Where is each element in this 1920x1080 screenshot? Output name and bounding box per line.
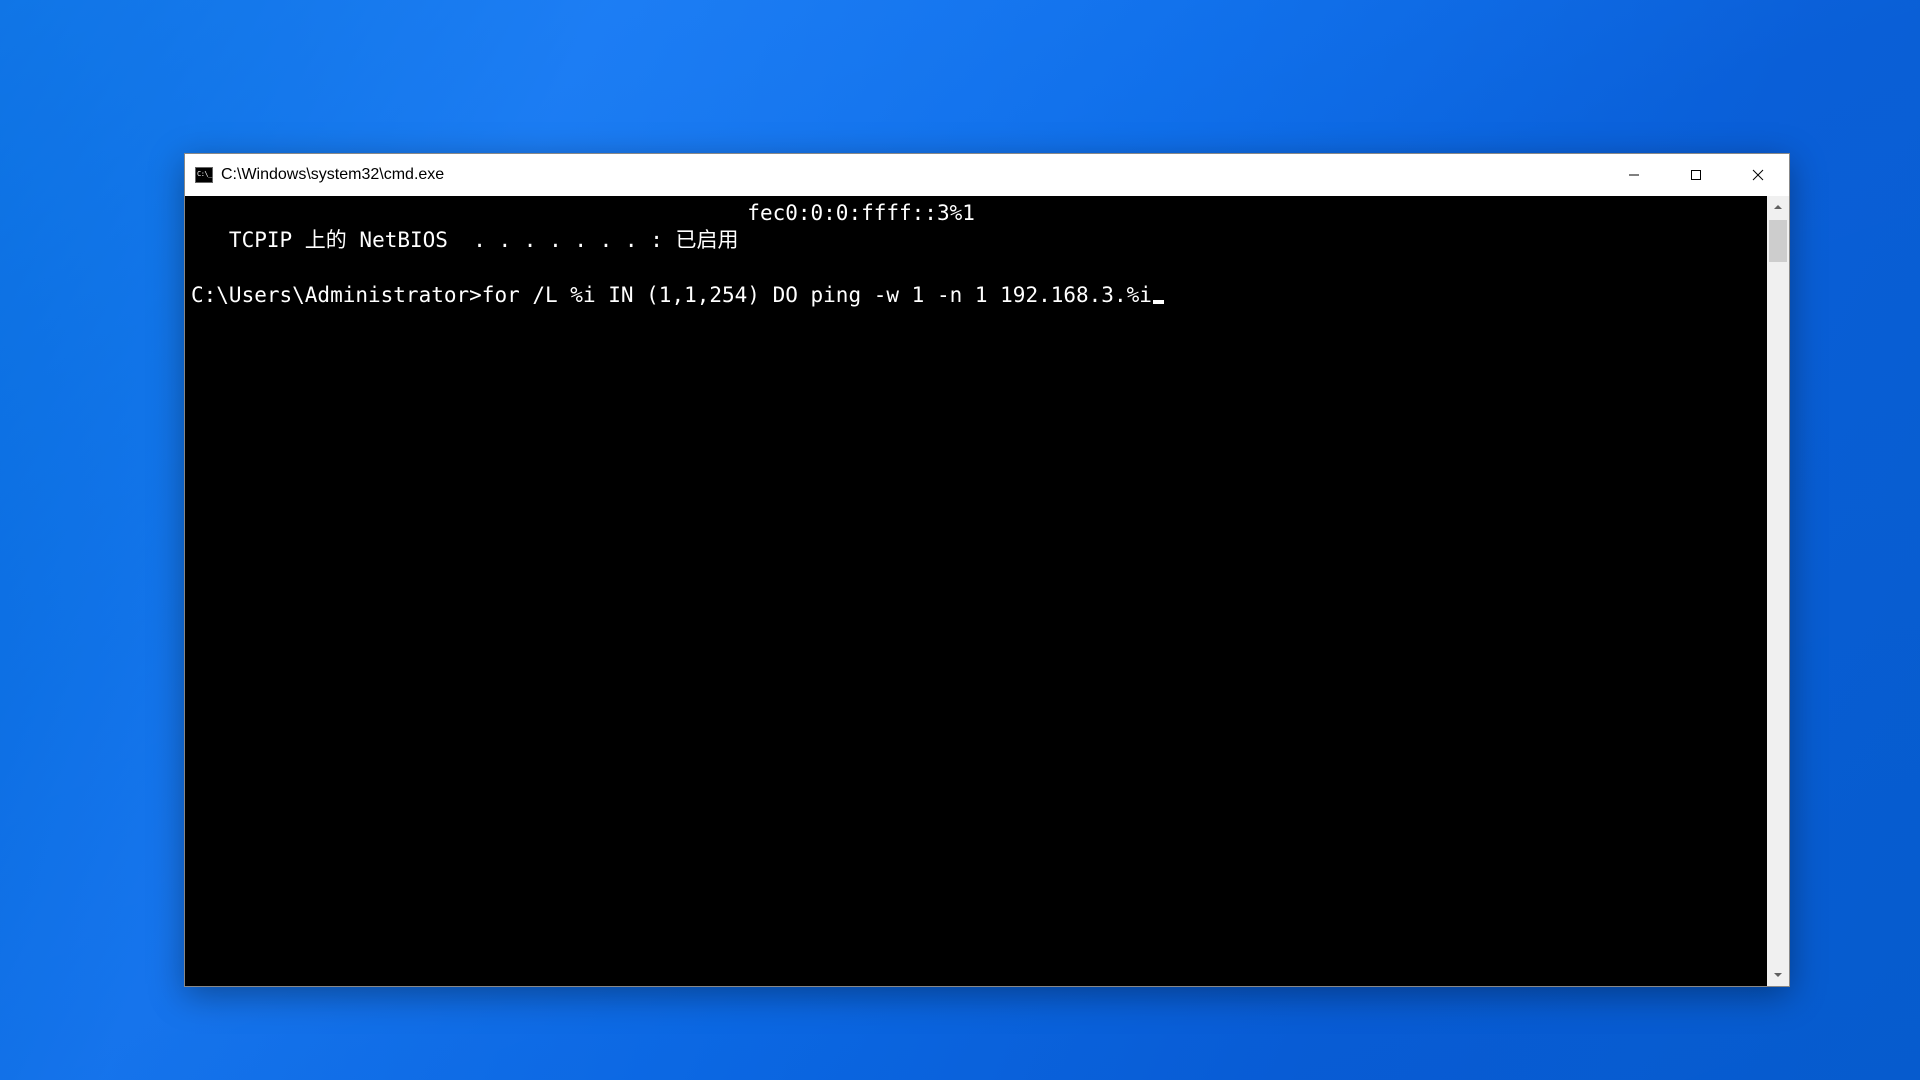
cmd-window: C:\Windows\system32\cmd.exe fec0:0:0:fff… xyxy=(184,153,1790,987)
window-controls xyxy=(1603,154,1789,196)
scroll-thumb[interactable] xyxy=(1769,220,1787,262)
chevron-up-icon xyxy=(1773,202,1783,212)
scroll-down-button[interactable] xyxy=(1767,964,1789,986)
cursor xyxy=(1153,300,1164,304)
close-button[interactable] xyxy=(1727,154,1789,196)
scrollbar[interactable] xyxy=(1767,196,1789,986)
chevron-down-icon xyxy=(1773,970,1783,980)
terminal-prompt-line: C:\Users\Administrator>for /L %i IN (1,1… xyxy=(191,283,1164,307)
terminal-area[interactable]: fec0:0:0:ffff::3%1 TCPIP 上的 NetBIOS . . … xyxy=(185,196,1789,986)
maximize-icon xyxy=(1690,169,1702,181)
minimize-icon xyxy=(1628,169,1640,181)
terminal-output-line: fec0:0:0:ffff::3%1 xyxy=(191,201,975,225)
minimize-button[interactable] xyxy=(1603,154,1665,196)
terminal-prompt: C:\Users\Administrator> xyxy=(191,283,482,307)
terminal-output-line: TCPIP 上的 NetBIOS . . . . . . . : 已启用 xyxy=(191,228,739,252)
titlebar[interactable]: C:\Windows\system32\cmd.exe xyxy=(185,154,1789,196)
window-title: C:\Windows\system32\cmd.exe xyxy=(221,166,1603,184)
terminal-command: for /L %i IN (1,1,254) DO ping -w 1 -n 1… xyxy=(482,283,1152,307)
scroll-up-button[interactable] xyxy=(1767,196,1789,218)
close-icon xyxy=(1752,169,1764,181)
maximize-button[interactable] xyxy=(1665,154,1727,196)
cmd-icon xyxy=(195,167,213,183)
scroll-track[interactable] xyxy=(1767,218,1789,964)
